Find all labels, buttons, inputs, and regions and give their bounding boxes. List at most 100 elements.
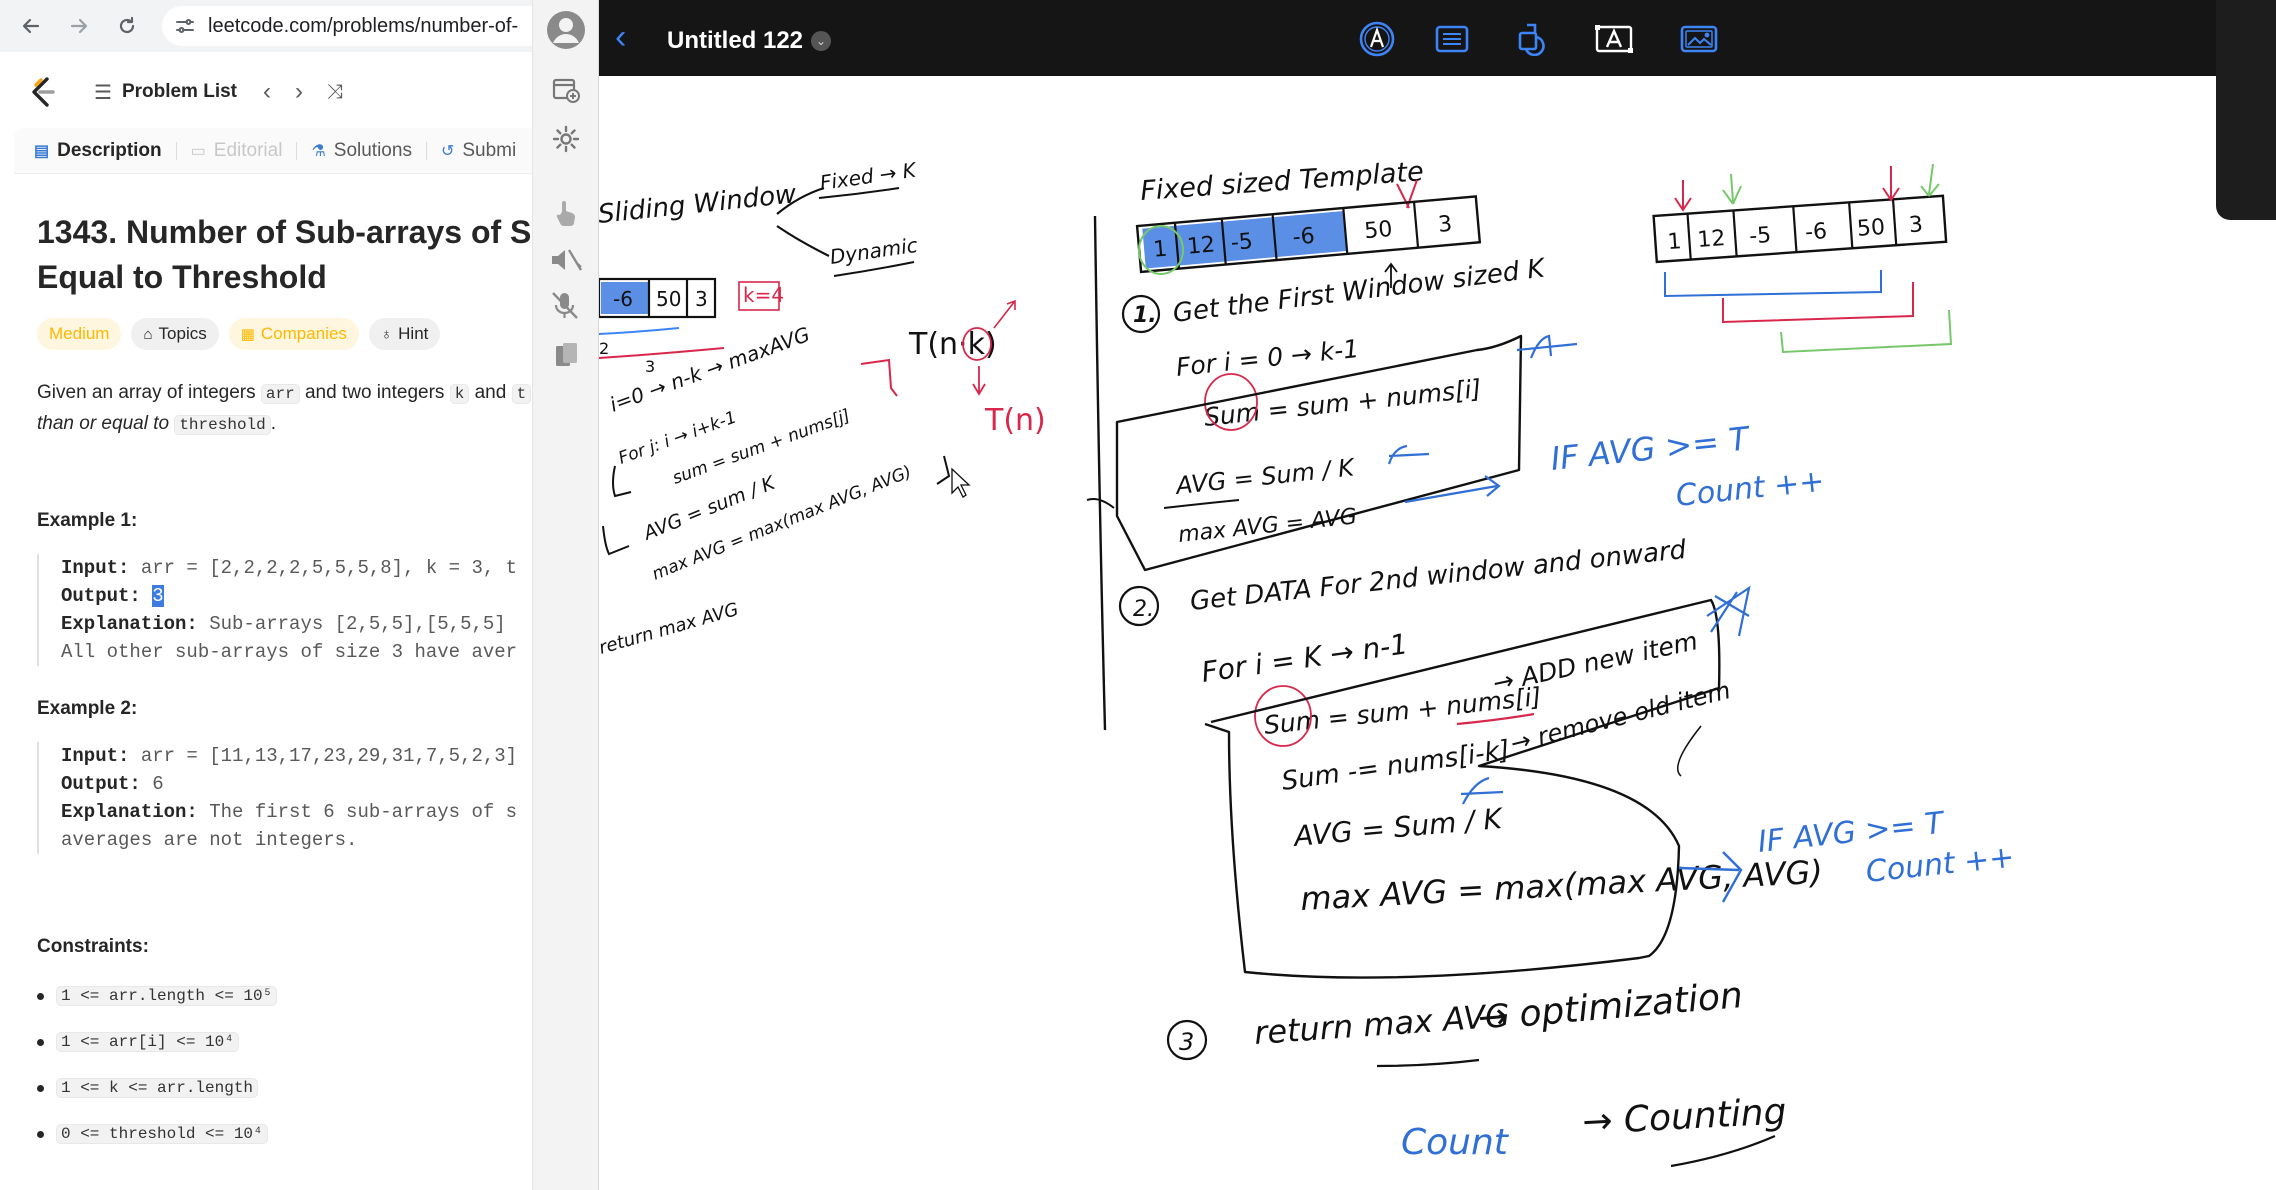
shapes-icon[interactable] <box>1512 22 1552 56</box>
next-problem-icon[interactable]: › <box>295 78 303 106</box>
array-cell: 12 <box>1697 226 1727 253</box>
avg2-text: AVG = Sum / K <box>1291 802 1506 853</box>
red-arrow <box>1882 166 1900 202</box>
address-bar: leetcode.com/problems/number-of- <box>0 0 532 52</box>
avg1-text: AVG = Sum / K <box>1173 453 1358 500</box>
array-cell: -6 <box>613 287 633 311</box>
count1-text: Count ++ <box>1674 464 1826 514</box>
red-arrow <box>1674 180 1692 212</box>
blue-scribble <box>1706 585 1751 637</box>
array-cell: -6 <box>1804 219 1828 245</box>
microphone-muted-icon[interactable] <box>533 290 599 322</box>
window-bracket <box>599 347 725 359</box>
notes-canvas[interactable]: Sliding Window Fixed → K Dynamic -6 50 3… <box>599 76 2216 1190</box>
tab-divider <box>175 141 177 160</box>
tab-description[interactable]: ▤ Description <box>34 140 162 162</box>
document-title[interactable]: Untitled 122 <box>667 27 803 55</box>
reload-icon <box>119 16 135 34</box>
list-item: 1 <= arr[i] <= 10⁴ <box>37 1032 239 1052</box>
companies-button[interactable]: ▦ Companies <box>228 318 359 350</box>
problem-tags: Medium ⌂ Topics ▦ Companies ♁ Hint <box>37 318 450 350</box>
k-value-text: k=4 <box>743 283 784 307</box>
cell-divider <box>1891 199 1898 246</box>
image-icon[interactable] <box>1680 22 1720 56</box>
cell-divider <box>1848 202 1854 249</box>
maxavg1-text: max AVG = AVG <box>1177 504 1358 548</box>
bullet <box>37 1084 44 1092</box>
branch-line <box>776 225 830 257</box>
leetcode-toolbar: ☰ Problem List ‹ › ⤨ <box>0 62 532 122</box>
time-complexity-n: T(n) <box>984 403 1046 438</box>
prev-problem-icon[interactable]: ‹ <box>263 78 271 106</box>
text-box-icon[interactable] <box>1594 22 1634 56</box>
divider-line <box>1093 215 1107 731</box>
list-item: 0 <= threshold <= 10⁴ <box>37 1124 268 1144</box>
lined-paper-icon[interactable] <box>1432 22 1472 56</box>
brute-loop-i: i=0 → n-k → maxAVG <box>607 322 813 417</box>
fixed-k-text: Fixed → K <box>818 157 919 194</box>
red-down-arrow <box>972 366 986 396</box>
green-arrow <box>1722 173 1742 205</box>
site-settings-icon[interactable] <box>174 15 196 37</box>
blue-arrow-left <box>1460 776 1504 805</box>
leetcode-logo-icon[interactable] <box>28 76 58 108</box>
sliding-window-text: Sliding Window <box>599 179 798 230</box>
array-cell: 3 <box>1437 212 1453 238</box>
blue-arrow-left <box>1387 444 1430 465</box>
reload-button[interactable] <box>110 9 144 43</box>
url-text: leetcode.com/problems/number-of- <box>208 14 519 37</box>
hand-touch-icon[interactable] <box>533 198 599 228</box>
tab-solutions[interactable]: ⚗ Solutions <box>311 140 412 162</box>
for2-text: For i = K → n-1 <box>1199 627 1410 689</box>
list-item: 1 <= k <= arr.length <box>37 1078 259 1098</box>
tag-icon: ⌂ <box>143 325 153 343</box>
new-page-icon[interactable] <box>533 76 599 104</box>
array-cell: 3 <box>1908 212 1924 238</box>
back-chevron-icon[interactable]: ‹ <box>615 20 626 54</box>
side-panel-handle[interactable] <box>2216 0 2276 220</box>
problem-list-link[interactable]: Problem List <box>122 81 237 103</box>
shuffle-icon[interactable]: ⤨ <box>327 81 343 104</box>
lightbulb-icon: ♁ <box>380 325 393 343</box>
array-cell: 3 <box>695 287 708 311</box>
url-field[interactable]: leetcode.com/problems/number-of- <box>162 6 532 46</box>
tab-submissions[interactable]: ↺ Submi <box>441 140 516 162</box>
history-icon: ↺ <box>440 142 455 160</box>
example-2-block: Input: arr = [11,13,17,23,29,31,7,5,2,3]… <box>37 742 532 854</box>
mouse-cursor-icon <box>951 467 971 498</box>
pages-icon[interactable] <box>533 340 599 370</box>
building-icon: ▦ <box>240 326 255 343</box>
array-cell: 50 <box>1363 217 1393 244</box>
tab-divider <box>296 141 298 160</box>
connector <box>1676 725 1702 777</box>
arrow-right-icon <box>70 18 88 34</box>
tab-editorial[interactable]: ▭ Editorial <box>191 140 283 162</box>
optimization-text: → optimization <box>1476 975 1744 1039</box>
settings-gear-icon[interactable] <box>533 124 599 154</box>
underline <box>1376 1058 1480 1068</box>
pen-tool-icon[interactable] <box>1357 21 1397 57</box>
book-icon: ▭ <box>190 142 206 160</box>
forward-button[interactable] <box>62 9 96 43</box>
hint-button[interactable]: ♁ Hint <box>368 318 441 350</box>
window-bracket <box>599 327 680 335</box>
add-new-text: → ADD new item <box>1490 626 1700 698</box>
index-three-text: 3 <box>645 357 655 376</box>
list-item: 1 <= arr.length <= 10⁵ <box>37 986 278 1006</box>
chevron-down-icon[interactable]: ⌄ <box>811 31 831 51</box>
bullet <box>37 1038 44 1046</box>
cell-divider <box>1732 210 1738 257</box>
profile-avatar-icon[interactable] <box>533 10 599 50</box>
step-number: 2. <box>1133 597 1154 622</box>
array-cell: 50 <box>656 287 681 311</box>
back-button[interactable] <box>14 9 48 43</box>
max2-text: max AVG = max(max AVG, AVG) <box>1299 853 1823 918</box>
speaker-muted-icon[interactable] <box>533 246 599 274</box>
tab-divider <box>425 141 427 160</box>
red-brace <box>860 358 898 397</box>
constraints-heading: Constraints: <box>37 936 149 957</box>
red-window-bracket <box>1722 282 1914 324</box>
green-arrow <box>1920 163 1940 197</box>
array-cell: -5 <box>1230 229 1254 256</box>
topics-button[interactable]: ⌂ Topics <box>131 318 219 350</box>
